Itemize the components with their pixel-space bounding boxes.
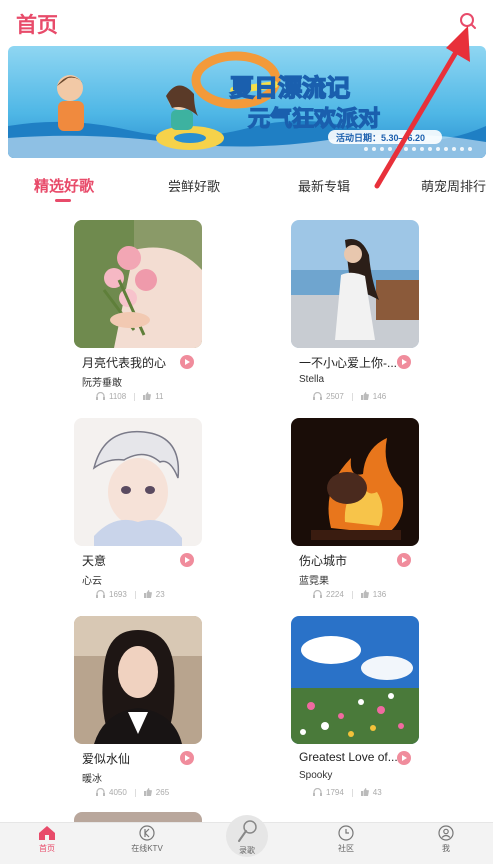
headphones-icon [313,589,322,600]
thumbs-up-icon [143,590,152,600]
nav-ktv-label: 在线KTV [131,844,163,853]
headphones-icon [96,391,105,402]
song-stats: 1794 43 [313,787,382,798]
song-card[interactable]: Greatest Love of... Spooky 1794 43 [291,616,491,806]
play-count: 2507 [326,392,344,402]
promo-banner[interactable]: 夏日漂流记 元气狂欢派对 活动日期：5.30—6.20 [8,46,486,158]
nav-home-label: 首页 [39,844,55,853]
song-cover[interactable] [74,418,202,546]
play-button[interactable] [180,751,194,765]
record-song-button[interactable]: 录歌 [226,815,268,857]
play-button[interactable] [180,553,194,567]
headphones-icon [313,787,322,798]
header: 首页 [0,0,493,44]
headphones-icon [96,787,105,798]
song-title: 爱似水仙 [82,752,131,766]
song-card[interactable]: 月亮代表我的心 阮芳垂敢 1108 11 [74,220,274,410]
song-stats: 1693 23 [96,589,165,600]
nav-community-label: 社区 [338,844,354,853]
song-cover[interactable] [291,220,419,348]
song-title: 伤心城市 [299,554,348,568]
search-button[interactable] [456,10,480,34]
nav-record-label: 录歌 [239,846,255,855]
song-cover[interactable] [291,418,419,546]
banner-artwork: 夏日漂流记 元气狂欢派对 活动日期：5.30—6.20 [8,46,486,158]
like-count: 265 [155,788,170,798]
profile-icon [438,825,454,841]
thumbs-up-icon [360,590,369,600]
like-count: 11 [155,392,164,402]
song-title: 月亮代表我的心 [82,356,167,370]
like-count: 146 [372,392,387,402]
song-card[interactable]: 伤心城市 蓝霓果 2224 136 [291,418,491,608]
play-count: 2224 [326,590,344,600]
ktv-icon [139,825,155,841]
song-title: Greatest Love of... [299,750,398,764]
page-title: 首页 [16,14,58,37]
song-artist: Stella [299,374,325,385]
category-tabs: 精选好歌 尝鲜好歌 最新专辑 萌宠周排行 [0,168,493,208]
song-card[interactable]: 爱似水仙 暖冰 4050 265 [74,616,274,806]
song-artist: 暖冰 [82,774,102,785]
song-artist: 心云 [82,576,102,587]
play-button[interactable] [180,355,194,369]
nav-home[interactable]: 首页 [17,825,77,854]
tab-featured-songs[interactable]: 精选好歌 [34,175,94,196]
like-count: 23 [155,590,165,600]
song-artist: 蓝霓果 [299,576,329,587]
tab-new-songs[interactable]: 尝鲜好歌 [168,176,220,195]
microphone-icon [238,820,257,842]
play-button[interactable] [397,553,411,567]
tab-latest-albums[interactable]: 最新专辑 [298,176,350,195]
thumbs-up-icon [143,392,152,402]
song-title: 天意 [82,554,107,568]
song-stats: 2507 146 [313,391,387,402]
song-stats: 4050 265 [96,787,170,798]
play-button[interactable] [397,355,411,369]
song-cover[interactable] [74,616,202,744]
song-cover[interactable] [74,220,202,348]
song-card[interactable]: 一不小心爱上你-... Stella 2507 146 [291,220,491,410]
nav-community[interactable]: 社区 [316,825,376,854]
play-count: 1108 [109,392,127,402]
song-stats: 1108 11 [96,391,164,402]
like-count: 43 [372,788,382,798]
headphones-icon [96,589,105,600]
banner-title-line2: 元气狂欢派对 [248,106,380,131]
bottom-tab-bar: 首页 在线KTV 录歌 社区 我 [0,815,493,864]
nav-profile-label: 我 [442,844,450,853]
community-icon [338,825,354,841]
thumbs-up-icon [143,788,152,798]
song-title: 一不小心爱上你-... [299,356,397,370]
thumbs-up-icon [360,788,369,798]
song-stats: 2224 136 [313,589,387,600]
active-tab-indicator [55,199,71,202]
play-count: 4050 [109,788,127,798]
nav-online-ktv[interactable]: 在线KTV [117,825,177,854]
song-artist: 阮芳垂敢 [82,378,122,389]
nav-profile[interactable]: 我 [416,825,476,854]
banner-title-line1: 夏日漂流记 [230,75,350,102]
thumbs-up-icon [360,392,369,402]
tab-pet-weekly-ranking[interactable]: 萌宠周排行 [421,176,486,195]
headphones-icon [313,391,322,402]
song-artist: Spooky [299,770,333,781]
song-card[interactable]: 天意 心云 1693 23 [74,418,274,608]
banner-date: 活动日期：5.30—6.20 [336,132,425,143]
like-count: 136 [372,590,387,600]
search-icon [460,13,476,29]
play-count: 1794 [326,788,344,798]
home-icon [39,826,55,840]
song-cover[interactable] [291,616,419,744]
play-count: 1693 [109,590,127,600]
play-button[interactable] [397,751,411,765]
